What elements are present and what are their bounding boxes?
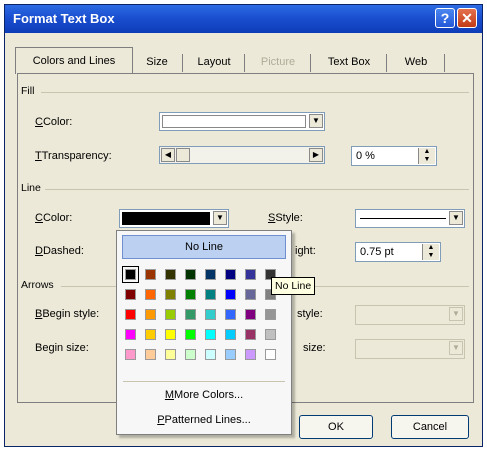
color-swatch[interactable] [185, 269, 196, 280]
color-swatch[interactable] [145, 349, 156, 360]
color-swatch[interactable] [205, 329, 216, 340]
chevron-down-icon[interactable]: ▼ [449, 211, 463, 225]
color-swatch[interactable] [145, 289, 156, 300]
color-swatch[interactable] [185, 309, 196, 320]
color-swatch[interactable] [265, 329, 276, 340]
end-size-dropdown: ▼ [355, 339, 465, 359]
color-swatch[interactable] [245, 289, 256, 300]
line-color-palette: No Line MMore Colors... PPatterned Lines… [116, 230, 292, 435]
group-divider [41, 92, 469, 93]
patterned-lines-button[interactable]: PPatterned Lines... [117, 414, 291, 426]
begin-style-label: BBegin style: [35, 308, 100, 320]
spinner-icon[interactable]: ▲ ▼ [422, 244, 439, 260]
line-color-label: CColor: [35, 212, 73, 224]
group-divider [45, 189, 469, 190]
fill-color-dropdown[interactable]: ▼ [159, 112, 325, 131]
tab-separator [386, 54, 387, 72]
transparency-input[interactable]: 0 % ▲ ▼ [351, 146, 437, 166]
color-swatch[interactable] [165, 309, 176, 320]
scroll-right-icon[interactable]: ▶ [309, 148, 323, 162]
color-swatch[interactable] [205, 269, 216, 280]
tab-separator [444, 54, 445, 72]
color-swatch[interactable] [205, 309, 216, 320]
weight-input[interactable]: 0.75 pt ▲ ▼ [355, 242, 441, 262]
chevron-down-icon: ▼ [449, 307, 463, 321]
tab-text-box[interactable]: Text Box [316, 51, 382, 73]
color-swatch[interactable] [225, 309, 236, 320]
color-swatch[interactable] [125, 349, 136, 360]
tab-separator [310, 54, 311, 72]
begin-size-label: Begin size: [35, 342, 89, 354]
line-color-dropdown[interactable]: ▼ [119, 209, 229, 228]
fill-group-label: Fill [21, 85, 35, 97]
dialog-title: Format Text Box [13, 11, 115, 26]
line-color-swatch [122, 212, 210, 225]
spinner-icon[interactable]: ▲ ▼ [418, 148, 435, 164]
color-swatch[interactable] [205, 289, 216, 300]
more-colors-button[interactable]: MMore Colors... [117, 389, 291, 401]
palette-divider [123, 381, 285, 382]
line-style-dropdown[interactable]: ▼ [355, 209, 465, 228]
weight-label: ight: [295, 245, 316, 257]
chevron-down-icon[interactable]: ▼ [213, 211, 227, 225]
color-swatch[interactable] [122, 266, 139, 283]
color-swatch[interactable] [125, 329, 136, 340]
dashed-label: DDashed: [35, 245, 84, 257]
tab-size[interactable]: Size [136, 51, 178, 73]
line-group-label: Line [21, 182, 41, 194]
color-swatch[interactable] [165, 329, 176, 340]
end-style-dropdown: ▼ [355, 305, 465, 325]
color-swatch[interactable] [185, 289, 196, 300]
cancel-button[interactable]: Cancel [391, 415, 469, 439]
tab-picture: Picture [260, 56, 296, 68]
no-line-button[interactable]: No Line [122, 235, 286, 259]
fill-color-label: CColor: [35, 116, 73, 128]
tooltip: No Line [271, 277, 316, 295]
color-swatch[interactable] [245, 329, 256, 340]
fill-color-swatch [162, 115, 306, 128]
tab-colors-and-lines[interactable]: Colors and Lines [15, 47, 133, 74]
color-swatch[interactable] [265, 349, 276, 360]
color-swatch[interactable] [225, 329, 236, 340]
end-size-label: size: [303, 342, 326, 354]
color-swatch[interactable] [125, 309, 136, 320]
line-style-label: SStyle: [268, 212, 303, 224]
color-swatch[interactable] [145, 269, 156, 280]
color-swatch[interactable] [185, 349, 196, 360]
help-button[interactable]: ? [435, 8, 455, 28]
transparency-slider[interactable]: ◀ ▶ [159, 146, 325, 164]
color-swatch[interactable] [125, 289, 136, 300]
weight-value: 0.75 pt [360, 246, 394, 258]
slider-thumb[interactable] [176, 148, 190, 162]
color-swatch[interactable] [245, 269, 256, 280]
tab-layout[interactable]: Layout [188, 51, 240, 73]
color-swatch[interactable] [145, 329, 156, 340]
tab-separator [244, 54, 245, 72]
color-swatch[interactable] [225, 269, 236, 280]
end-style-label: style: [297, 308, 323, 320]
tab-separator [182, 54, 183, 72]
arrows-group-label: Arrows [21, 279, 54, 291]
ok-button[interactable]: OK [299, 415, 373, 439]
color-swatch[interactable] [165, 349, 176, 360]
color-swatch[interactable] [165, 269, 176, 280]
chevron-down-icon[interactable]: ▼ [309, 114, 323, 128]
scroll-left-icon[interactable]: ◀ [161, 148, 175, 162]
close-button[interactable]: ✕ [457, 8, 477, 28]
transparency-label: TTransparency: [35, 150, 112, 162]
color-swatch[interactable] [245, 309, 256, 320]
chevron-down-icon: ▼ [449, 341, 463, 355]
line-style-preview [360, 218, 446, 219]
color-swatch[interactable] [165, 289, 176, 300]
transparency-value: 0 % [356, 150, 375, 162]
color-swatch[interactable] [225, 289, 236, 300]
color-swatch[interactable] [205, 349, 216, 360]
color-swatch[interactable] [145, 309, 156, 320]
title-bar[interactable]: Format Text Box ? ✕ [5, 5, 482, 33]
color-swatch[interactable] [265, 309, 276, 320]
tab-web[interactable]: Web [392, 51, 440, 73]
color-swatch[interactable] [225, 349, 236, 360]
color-swatch[interactable] [185, 329, 196, 340]
color-swatch[interactable] [245, 349, 256, 360]
